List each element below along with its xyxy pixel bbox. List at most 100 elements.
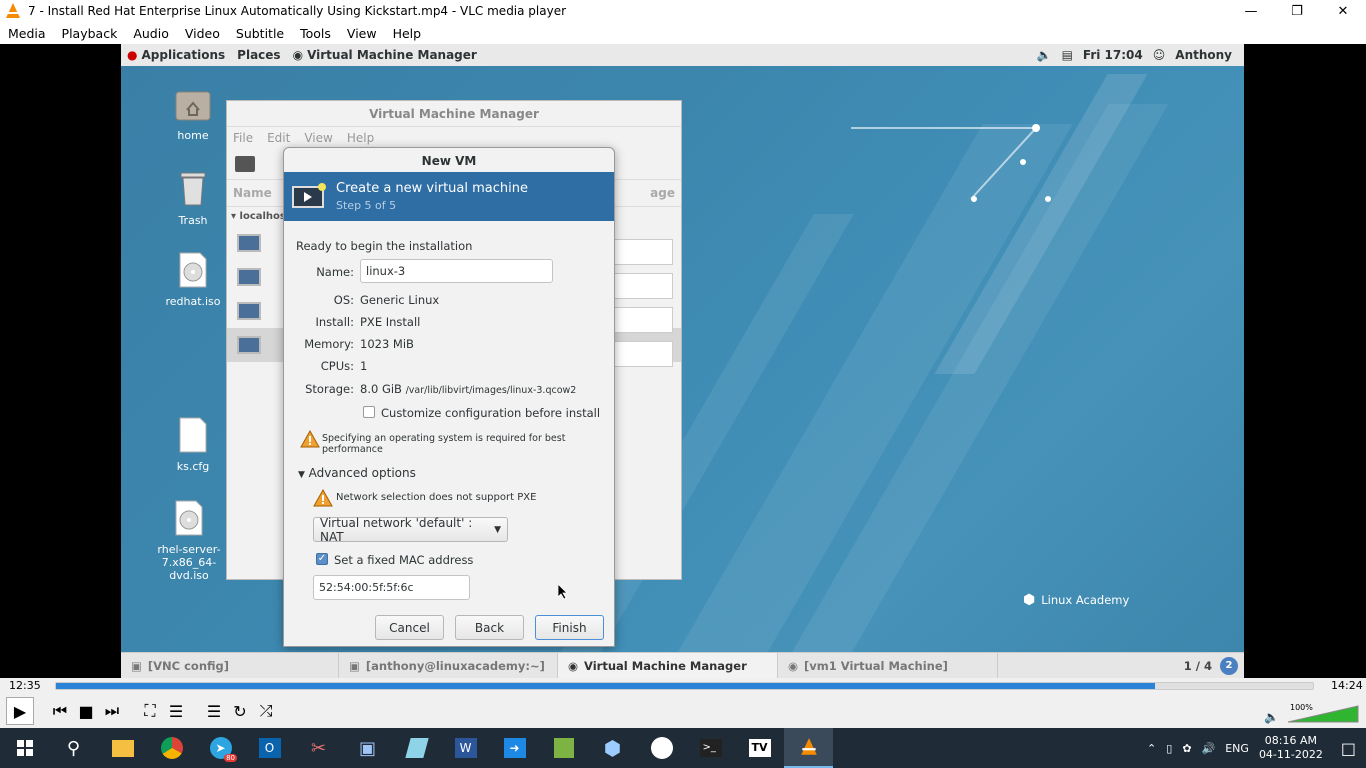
user-menu[interactable]: Anthony [1175,48,1232,62]
next-button[interactable]: ⏭ [100,700,124,722]
back-button[interactable]: Back [455,615,524,640]
maximize-button[interactable]: ❐ [1274,0,1320,22]
loop-button[interactable]: ↻ [228,700,252,722]
menu-playback[interactable]: Playback [54,26,126,41]
warning-icon [313,489,333,507]
new-vm-icon[interactable] [235,156,255,172]
menu-file[interactable]: File [233,131,253,145]
share-icon: ➜ [503,738,526,758]
network-icon[interactable]: ▤ [1062,48,1073,62]
fixed-mac-label[interactable]: Set a fixed MAC address [334,553,473,567]
mouse-cursor-icon [558,584,568,600]
applications-menu[interactable]: ● Applications [121,48,231,62]
shuffle-button[interactable]: ⤮ [254,700,278,722]
disc-image-icon [179,252,207,288]
snipping-icon: ✂ [310,737,327,759]
notification-icon[interactable]: □ [1341,739,1356,758]
taskbar-word[interactable]: W [441,728,490,768]
gnome-top-bar: ● Applications Places ◉ Virtual Machine Ma… [121,44,1244,66]
extended-settings-button[interactable]: ☰ [164,700,188,722]
menu-help[interactable]: Help [385,26,430,41]
clock[interactable]: Fri 17:04 [1083,48,1143,62]
volume-icon[interactable]: 🔈 [1264,710,1279,724]
close-button[interactable]: ✕ [1320,0,1366,22]
tradingview-icon: TV [748,739,771,757]
language-indicator[interactable]: ENG [1225,742,1249,755]
places-menu[interactable]: Places [231,48,286,62]
desktop-icon-trash[interactable]: Trash [153,169,233,227]
desktop-icon-rhel-iso[interactable]: rhel-server-7.x86_64-dvd.iso [143,500,235,582]
taskbar-chrome[interactable] [147,728,196,768]
taskbar-clock[interactable]: 08:16 AM 04-11-2022 [1259,734,1323,762]
search-button[interactable]: ⚲ [49,728,98,768]
column-name[interactable]: Name [233,186,272,200]
taskbar-file-explorer[interactable] [98,728,147,768]
task-vm1[interactable]: ◉ [vm1 Virtual Machine] [778,652,998,678]
desktop-icon-home[interactable]: home [153,86,233,142]
desktop-icon-ks-cfg[interactable]: ks.cfg [153,417,233,473]
minimize-button[interactable]: — [1228,0,1274,22]
taskbar-vlc[interactable] [784,728,833,768]
menu-video[interactable]: Video [177,26,228,41]
menu-view[interactable]: View [304,131,332,145]
volume-slider[interactable] [1286,704,1360,724]
cpus-value: 1 [360,359,368,373]
taskbar-app-snip[interactable]: ✂ [294,728,343,768]
playlist-button[interactable]: ☰ [202,700,226,722]
play-button[interactable]: ▶ [6,697,34,725]
monitor-icon [237,268,261,286]
start-button[interactable] [0,728,49,768]
stop-button[interactable]: ■ [74,700,98,722]
name-input[interactable]: linux-3 [360,259,553,283]
taskbar-app-charts[interactable] [539,728,588,768]
menu-tools[interactable]: Tools [292,26,339,41]
volume-icon[interactable]: 🔈 [1037,48,1052,62]
taskbar-app-share[interactable]: ➜ [490,728,539,768]
previous-button[interactable]: ⏮ [48,700,72,722]
wifi-icon[interactable]: ✿ [1182,742,1191,755]
taskbar-outlook[interactable]: O [245,728,294,768]
taskbar-app-clock[interactable] [637,728,686,768]
menu-view[interactable]: View [339,26,385,41]
battery-icon[interactable]: ▯ [1166,742,1172,755]
taskbar-app-remote[interactable]: ▣ [343,728,392,768]
mac-input[interactable]: 52:54:00:5f:5f:6c [313,575,470,600]
advanced-options-toggle[interactable]: ▼ Advanced options [298,466,416,480]
taskbar-terminal[interactable]: >_ [686,728,735,768]
fixed-mac-checkbox[interactable]: ✓ [316,553,328,565]
taskbar-app-notes[interactable] [392,728,441,768]
terminal-icon: >_ [699,739,722,757]
task-vnc-config[interactable]: ▣ [VNC config] [121,652,339,678]
finish-button[interactable]: Finish [535,615,604,640]
menu-edit[interactable]: Edit [267,131,290,145]
menu-help[interactable]: Help [347,131,374,145]
taskbar-virtualbox[interactable]: ⬢ [588,728,637,768]
task-virt-manager[interactable]: ◉ Virtual Machine Manager [558,652,778,678]
task-terminal[interactable]: ▣ [anthony@linuxacademy:~] [339,652,558,678]
seek-bar[interactable] [55,682,1314,690]
taskbar-telegram[interactable]: ➤ 80 [196,728,245,768]
vlc-icon [6,3,20,18]
desktop-icon-redhat-iso[interactable]: redhat.iso [153,252,233,308]
usage-graph [613,239,673,265]
taskbar-tradingview[interactable]: TV [735,728,784,768]
network-select[interactable]: Virtual network 'default' : NAT ▼ [313,516,508,544]
name-label: Name: [316,265,354,279]
cancel-button[interactable]: Cancel [375,615,444,640]
vlc-app: 7 - Install Red Hat Enterprise Linux Aut… [0,0,1366,768]
speaker-icon[interactable]: 🔊 [1202,742,1216,755]
dialog-title: New VM [421,154,477,168]
video-area[interactable]: ● Applications Places ◉ Virtual Machine Ma… [0,44,1366,678]
menu-media[interactable]: Media [0,26,54,41]
chevron-up-icon[interactable]: ⌃ [1147,742,1156,755]
customize-label[interactable]: Customize configuration before install [381,406,600,420]
workspace-switcher[interactable]: 1 / 42 [1184,656,1244,675]
menu-audio[interactable]: Audio [125,26,177,41]
column-usage[interactable]: age [650,186,675,200]
trash-icon [180,172,206,206]
app-menu[interactable]: ◉ Virtual Machine Manager [287,48,483,62]
customize-checkbox[interactable] [363,406,375,418]
menu-subtitle[interactable]: Subtitle [228,26,292,41]
dialog-step: Step 5 of 5 [336,199,397,212]
fullscreen-button[interactable]: ⛶ [138,700,162,722]
